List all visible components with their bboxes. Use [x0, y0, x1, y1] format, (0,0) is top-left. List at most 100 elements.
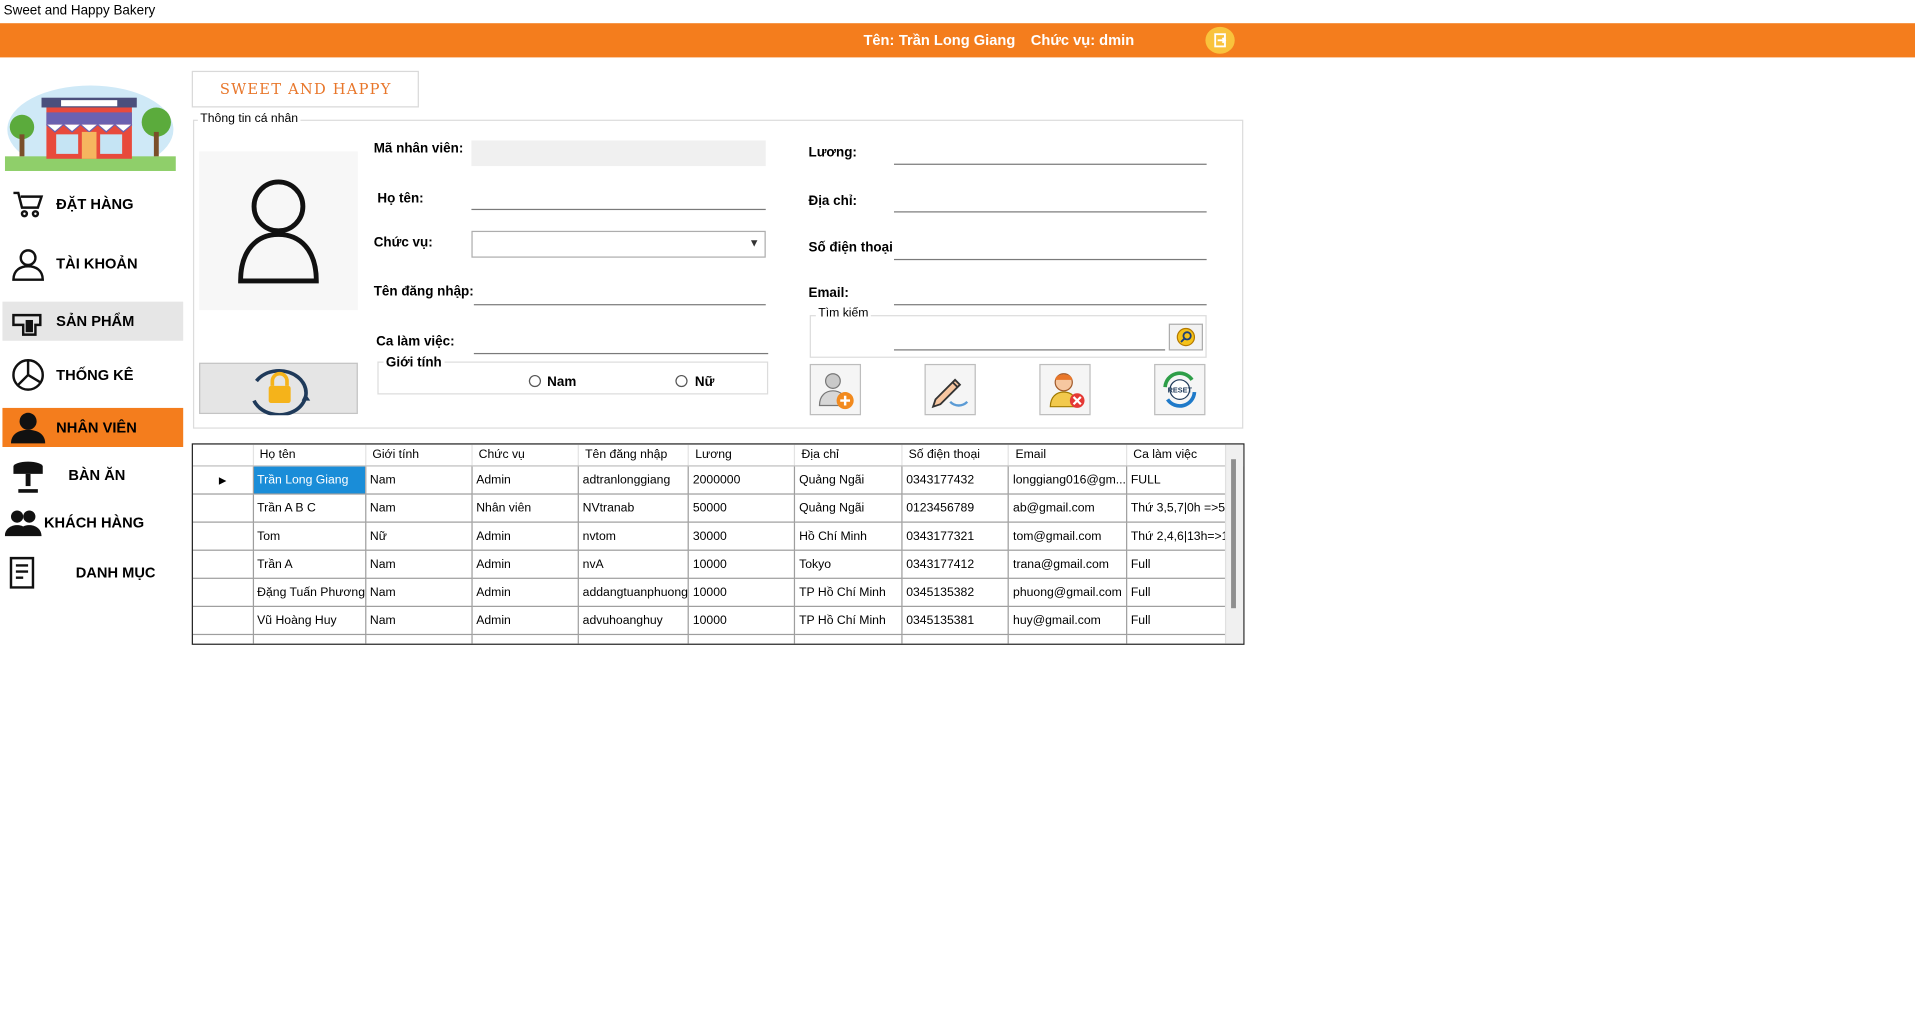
table-row[interactable]: Trần A Nam Admin nvA 10000 Tokyo 0343177412 tra…: [192, 550, 1244, 579]
sidebar-item-account[interactable]: TÀI KHOẢN: [2, 244, 183, 283]
table-cell[interactable]: 0343177321: [901, 522, 1010, 551]
table-cell[interactable]: 10000: [688, 606, 796, 636]
table-cell[interactable]: Vũ Hoàng Huy: [252, 606, 367, 636]
table-cell[interactable]: [471, 634, 579, 644]
table-cell[interactable]: phuong@gmail.com: [1008, 578, 1128, 607]
table-cell[interactable]: advuhoanghuy: [578, 606, 690, 636]
table-cell[interactable]: [901, 634, 1010, 644]
table-cell[interactable]: NVtranab: [578, 494, 690, 523]
gender-female-radio[interactable]: [675, 374, 688, 388]
table-cell[interactable]: Quảng Ngãi: [794, 465, 903, 495]
search-input[interactable]: [893, 326, 1166, 351]
table-cell[interactable]: 50000: [688, 494, 796, 523]
column-header[interactable]: Địa chỉ: [794, 444, 903, 467]
table-row[interactable]: Vũ Hoàng Huy Nam Admin advuhoanghuy 10000 TP …: [192, 606, 1244, 636]
address-field[interactable]: [893, 188, 1207, 213]
table-cell[interactable]: [365, 634, 473, 644]
sidebar-item-order[interactable]: ĐẶT HÀNG: [2, 184, 183, 223]
table-cell[interactable]: Trần A B C: [252, 494, 367, 523]
table-row[interactable]: Trần A B C Nam Nhân viên NVtranab 50000 Quảng…: [192, 494, 1244, 523]
reset-button[interactable]: RESET: [1154, 363, 1206, 416]
table-cell[interactable]: TP Hồ Chí Minh: [794, 606, 903, 636]
row-header[interactable]: [192, 550, 254, 579]
row-header[interactable]: [192, 606, 254, 636]
table-row[interactable]: Tom Nữ Admin nvtom 30000 Hồ Chí Minh 034317732…: [192, 522, 1244, 551]
sidebar-item-statistics[interactable]: THỐNG KÊ: [2, 355, 183, 394]
gender-male-radio[interactable]: [528, 374, 542, 388]
table-cell[interactable]: Đặng Tuấn Phương: [252, 578, 367, 607]
column-header[interactable]: Chức vụ: [471, 444, 579, 467]
table-row[interactable]: Đặng Tuấn Phương Nam Admin addangtuanphuong…: [192, 578, 1244, 607]
table-cell[interactable]: Nam: [365, 550, 473, 579]
table-cell[interactable]: 10000: [688, 550, 796, 579]
table-cell[interactable]: 0343177432: [901, 465, 1010, 495]
table-cell[interactable]: Nam: [365, 606, 473, 636]
email-field[interactable]: [893, 280, 1207, 306]
add-employee-button[interactable]: [809, 363, 862, 416]
table-cell[interactable]: ab@gmail.com: [1008, 494, 1128, 523]
row-header[interactable]: [192, 494, 254, 523]
table-cell[interactable]: longgiang016@gm...: [1008, 465, 1128, 495]
table-cell[interactable]: [1008, 634, 1128, 644]
table-cell[interactable]: Quảng Ngãi: [794, 494, 903, 523]
table-cell[interactable]: nvA: [578, 550, 690, 579]
table-cell[interactable]: Nam: [365, 578, 473, 607]
table-cell[interactable]: [688, 634, 796, 644]
table-cell[interactable]: tom@gmail.com: [1008, 522, 1128, 551]
table-cell[interactable]: adtranlonggiang: [578, 465, 690, 495]
table-cell[interactable]: 0343177412: [901, 550, 1010, 579]
column-header[interactable]: Giới tính: [365, 444, 473, 467]
column-header[interactable]: Họ tên: [252, 444, 367, 467]
table-cell[interactable]: Hồ Chí Minh: [794, 522, 903, 551]
column-header[interactable]: Tên đăng nhập: [578, 444, 690, 467]
table-cell[interactable]: Admin: [471, 465, 579, 495]
table-cell[interactable]: addangtuanphuong: [578, 578, 690, 607]
sidebar-item-staff[interactable]: NHÂN VIÊN: [2, 407, 184, 447]
logout-button[interactable]: [1205, 26, 1235, 54]
position-select[interactable]: ▼: [471, 230, 766, 258]
table-cell[interactable]: [252, 634, 367, 644]
table-cell[interactable]: 30000: [688, 522, 796, 551]
table-cell[interactable]: huy@gmail.com: [1008, 606, 1128, 636]
table-cell[interactable]: 0345135381: [901, 606, 1010, 636]
delete-employee-button[interactable]: [1039, 363, 1091, 416]
table-cell[interactable]: [192, 634, 254, 644]
table-cell[interactable]: [794, 634, 903, 644]
table-cell[interactable]: 0123456789: [901, 494, 1010, 523]
table-cell[interactable]: Nhân viên: [471, 494, 579, 523]
salary-field[interactable]: [893, 140, 1207, 165]
scrollbar-thumb[interactable]: [1231, 459, 1236, 609]
table-cell[interactable]: Admin: [471, 522, 579, 551]
table-cell[interactable]: [578, 634, 690, 644]
table-cell[interactable]: Nữ: [365, 522, 473, 551]
employee-grid[interactable]: Họ tên Giới tính Chức vụ Tên đăng nhập Lương…: [191, 443, 1245, 645]
table-cell[interactable]: Trần A: [252, 550, 367, 579]
row-header[interactable]: ▶: [192, 465, 254, 495]
column-header[interactable]: Số điện thoại: [901, 444, 1010, 467]
row-header[interactable]: [192, 578, 254, 607]
table-cell[interactable]: Tokyo: [794, 550, 903, 579]
search-button[interactable]: [1168, 323, 1203, 351]
full-name-field[interactable]: [471, 185, 766, 211]
table-cell[interactable]: Trần Long Giang: [252, 465, 367, 495]
shift-field[interactable]: [473, 329, 769, 355]
column-header[interactable]: Lương: [688, 444, 796, 467]
grid-vertical-scrollbar[interactable]: [1224, 444, 1244, 644]
table-cell[interactable]: TP Hồ Chí Minh: [794, 578, 903, 607]
table-cell[interactable]: Nam: [365, 494, 473, 523]
change-password-button[interactable]: [199, 362, 358, 417]
edit-employee-button[interactable]: [924, 363, 976, 416]
table-cell[interactable]: nvtom: [578, 522, 690, 551]
table-cell[interactable]: Admin: [471, 606, 579, 636]
sidebar-item-customers[interactable]: KHÁCH HÀNG: [2, 503, 183, 542]
sidebar-item-products[interactable]: SẢN PHẨM: [2, 301, 184, 341]
table-cell[interactable]: 10000: [688, 578, 796, 607]
column-header[interactable]: Email: [1008, 444, 1128, 467]
table-row[interactable]: ▶ Trần Long Giang Nam Admin adtranlonggiang 2…: [192, 465, 1244, 495]
username-field[interactable]: [473, 280, 766, 306]
table-row[interactable]: [192, 634, 1244, 644]
phone-field[interactable]: [893, 235, 1207, 261]
sidebar-item-tables[interactable]: BÀN ĂN: [2, 456, 183, 495]
table-cell[interactable]: Tom: [252, 522, 367, 551]
table-cell[interactable]: 0345135382: [901, 578, 1010, 607]
